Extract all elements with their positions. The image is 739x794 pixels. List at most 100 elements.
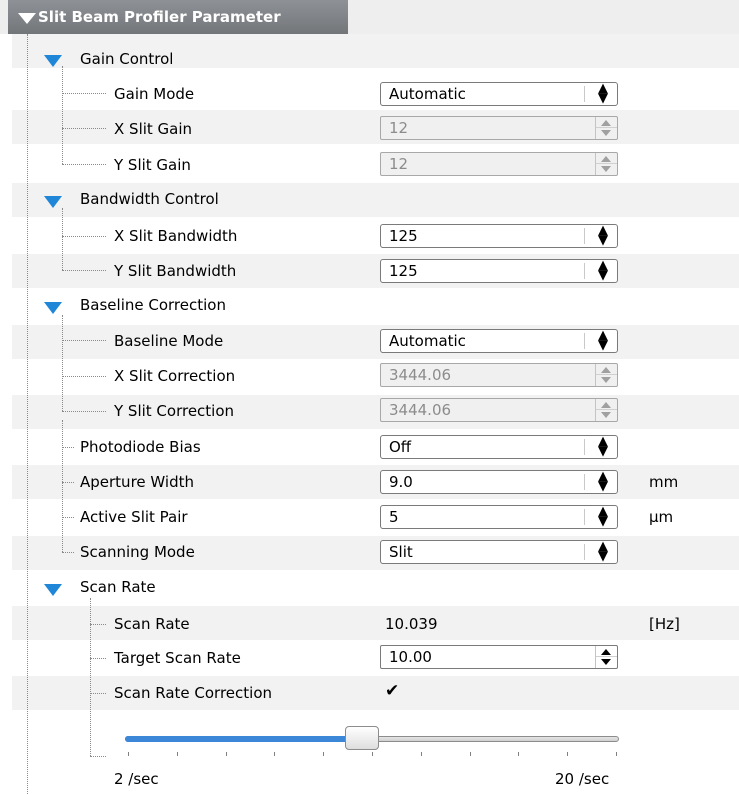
tree-line <box>62 128 106 129</box>
tree-line <box>62 420 63 552</box>
group-bandwidth-control[interactable]: Bandwidth Control <box>80 190 219 208</box>
updown-arrows-icon: ▲ ▼ <box>598 539 608 564</box>
slider-max-label: 20 /sec <box>555 770 610 788</box>
updown-arrows-icon: ▲ ▼ <box>598 328 608 353</box>
y-slit-gain-value: 12 <box>389 155 409 173</box>
spin-up-icon[interactable] <box>601 367 611 373</box>
slider-tick <box>225 752 227 756</box>
gain-mode-value: Automatic <box>389 85 466 103</box>
tree-line <box>62 315 63 411</box>
spin-buttons[interactable] <box>595 117 617 139</box>
tree-line <box>62 208 63 270</box>
y-slit-bandwidth-label: Y Slit Bandwidth <box>114 262 237 280</box>
updown-arrows-icon: ▲ ▼ <box>598 223 608 248</box>
updown-arrows-icon: ▲ ▼ <box>598 434 608 459</box>
gain-mode-select[interactable]: Automatic ▲ ▼ <box>380 82 618 106</box>
active-slit-pair-select[interactable]: 5 ▲ ▼ <box>380 505 618 529</box>
baseline-mode-label: Baseline Mode <box>114 332 224 350</box>
spin-up-icon[interactable] <box>601 156 611 162</box>
scan-rate-unit: [Hz] <box>649 615 680 633</box>
y-slit-gain-label: Y Slit Gain <box>114 156 191 174</box>
panel-title: Slit Beam Profiler Parameter <box>38 8 281 26</box>
check-icon[interactable]: ✔ <box>385 681 399 701</box>
expand-triangle-icon[interactable] <box>44 55 62 67</box>
x-slit-bandwidth-select[interactable]: 125 ▲ ▼ <box>380 224 618 248</box>
slider-tick <box>274 752 276 756</box>
tree-line <box>62 411 106 412</box>
spin-down-icon[interactable] <box>601 130 611 136</box>
updown-arrows-icon: ▲ ▼ <box>598 81 608 106</box>
photodiode-bias-label: Photodiode Bias <box>80 438 201 456</box>
separator <box>584 333 585 349</box>
separator <box>584 86 585 102</box>
tree-line <box>62 93 106 94</box>
spin-down-icon[interactable] <box>601 166 611 172</box>
spin-buttons[interactable] <box>595 399 617 421</box>
tree-line <box>62 66 63 164</box>
expand-triangle-icon[interactable] <box>44 302 62 314</box>
updown-arrows-icon: ▲ ▼ <box>598 469 608 494</box>
spin-buttons[interactable] <box>595 646 617 668</box>
spin-up-icon[interactable] <box>601 402 611 408</box>
target-scan-rate-label: Target Scan Rate <box>114 649 241 667</box>
panel-title-bar[interactable]: Slit Beam Profiler Parameter <box>8 0 348 34</box>
scan-rate-value: 10.039 <box>385 615 438 633</box>
tree-line <box>90 756 106 757</box>
x-slit-correction-spinbox[interactable]: 3444.06 <box>380 363 618 387</box>
x-slit-bandwidth-value: 125 <box>389 227 418 245</box>
x-slit-correction-label: X Slit Correction <box>114 367 236 385</box>
group-gain-control[interactable]: Gain Control <box>80 50 173 68</box>
tree-line <box>90 598 91 756</box>
x-slit-gain-label: X Slit Gain <box>114 120 193 138</box>
expand-triangle-icon[interactable] <box>44 196 62 208</box>
scanning-mode-select[interactable]: Slit ▲ ▼ <box>380 540 618 564</box>
photodiode-bias-value: Off <box>389 438 412 456</box>
tree-line <box>62 482 74 483</box>
group-baseline-correction[interactable]: Baseline Correction <box>80 296 226 314</box>
tree-line <box>62 270 106 271</box>
separator <box>584 474 585 490</box>
slider-tick <box>372 752 373 756</box>
spin-buttons[interactable] <box>595 364 617 386</box>
scan-rate-correction-label: Scan Rate Correction <box>114 684 272 702</box>
y-slit-bandwidth-select[interactable]: 125 ▲ ▼ <box>380 259 618 283</box>
slider-thumb[interactable] <box>345 726 380 750</box>
spin-down-icon[interactable] <box>601 412 611 418</box>
aperture-width-value: 9.0 <box>389 473 413 491</box>
spin-up-icon[interactable] <box>601 120 611 126</box>
collapse-triangle-icon[interactable] <box>18 13 36 24</box>
aperture-width-select[interactable]: 9.0 ▲ ▼ <box>380 470 618 494</box>
target-scan-rate-spinbox[interactable]: 10.00 <box>380 645 618 669</box>
active-slit-pair-label: Active Slit Pair <box>80 508 188 526</box>
y-slit-gain-spinbox[interactable]: 12 <box>380 152 618 176</box>
x-slit-correction-value: 3444.06 <box>389 366 452 384</box>
y-slit-correction-value: 3444.06 <box>389 401 452 419</box>
aperture-width-unit: mm <box>649 473 679 491</box>
separator <box>584 228 585 244</box>
spin-buttons[interactable] <box>595 153 617 175</box>
aperture-width-label: Aperture Width <box>80 473 194 491</box>
tree-line <box>62 517 74 518</box>
tree-line <box>62 447 74 448</box>
spin-down-icon[interactable] <box>601 659 611 665</box>
x-slit-gain-spinbox[interactable]: 12 <box>380 116 618 140</box>
tree-line <box>62 236 106 237</box>
expand-triangle-icon[interactable] <box>44 584 62 596</box>
baseline-mode-select[interactable]: Automatic ▲ ▼ <box>380 329 618 353</box>
slider-tick <box>518 752 520 756</box>
divider <box>596 374 617 375</box>
spin-up-icon[interactable] <box>601 649 611 655</box>
separator <box>584 544 585 560</box>
tree-line <box>27 34 28 794</box>
y-slit-correction-label: Y Slit Correction <box>114 402 235 420</box>
tree-line <box>90 624 106 625</box>
updown-arrows-icon: ▲ ▼ <box>598 258 608 283</box>
spin-down-icon[interactable] <box>601 377 611 383</box>
x-slit-gain-value: 12 <box>389 119 409 137</box>
slider-tick <box>616 752 617 756</box>
divider <box>596 127 617 128</box>
divider <box>596 656 617 657</box>
group-scan-rate[interactable]: Scan Rate <box>80 578 156 596</box>
y-slit-correction-spinbox[interactable]: 3444.06 <box>380 398 618 422</box>
photodiode-bias-select[interactable]: Off ▲ ▼ <box>380 435 618 459</box>
